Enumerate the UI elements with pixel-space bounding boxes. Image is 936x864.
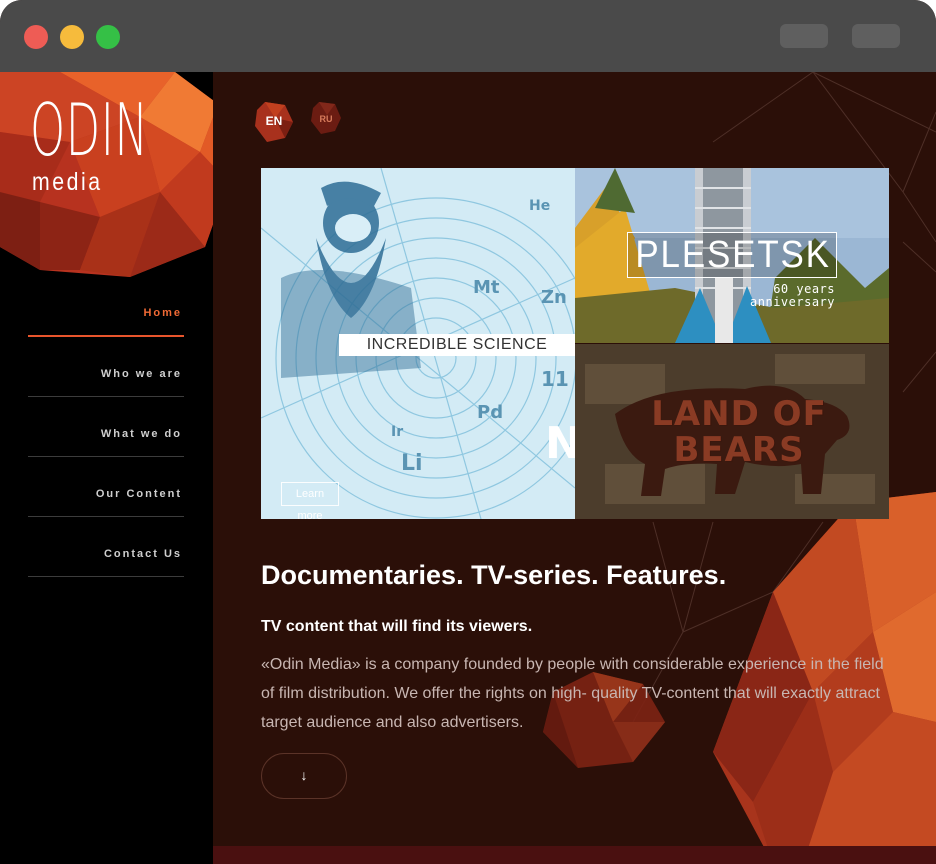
svg-text:He: He (529, 198, 550, 214)
main-navigation: Home Who we are What we do Our Content C… (28, 276, 184, 577)
language-en-button[interactable]: EN (255, 102, 293, 147)
language-label[interactable]: EN (255, 114, 293, 128)
tile-subtitle: anniversary (750, 295, 835, 309)
language-label[interactable]: RU (311, 114, 341, 124)
close-window-button[interactable] (24, 25, 48, 49)
toolbar-button[interactable] (852, 24, 900, 48)
svg-text:Zn: Zn (541, 287, 567, 308)
arrow-down-icon: ↓ (300, 767, 308, 783)
scroll-down-button[interactable]: ↓ (261, 753, 347, 799)
window-titlebar (0, 0, 936, 72)
company-description: «Odin Media» is a company founded by peo… (261, 656, 884, 731)
brand-logo-tagline: media (32, 168, 103, 196)
tile-subtitle: 60 years (773, 282, 835, 296)
content-tile-plesetsk[interactable]: PLESETSK 60 years anniversary (575, 168, 889, 343)
nav-item-contact-us[interactable]: Contact Us (28, 517, 184, 577)
svg-text:Li: Li (401, 451, 423, 476)
nav-item-label[interactable]: What we do (101, 428, 182, 440)
svg-text:Pd: Pd (477, 402, 503, 423)
nav-item-what-we-do[interactable]: What we do (28, 397, 184, 457)
svg-text:11: 11 (541, 367, 569, 391)
nav-item-label[interactable]: Home (143, 307, 182, 319)
maximize-window-button[interactable] (96, 25, 120, 49)
brand-logo-title[interactable]: ODIN (30, 94, 149, 166)
svg-text:N: N (545, 418, 575, 469)
language-ru-button[interactable]: RU (311, 102, 341, 139)
nav-item-home[interactable]: Home (28, 276, 184, 337)
content-tile-land-of-bears[interactable]: LAND OF BEARS (575, 344, 889, 519)
nav-item-who-we-are[interactable]: Who we are (28, 337, 184, 397)
svg-text:Mt: Mt (473, 277, 500, 298)
nav-item-our-content[interactable]: Our Content (28, 457, 184, 517)
browser-window: ODIN media Home Who we are What we do Ou… (0, 0, 936, 864)
page-headline: Documentaries. TV-series. Features. (261, 560, 727, 590)
nav-item-label[interactable]: Our Content (96, 488, 182, 500)
next-section-edge (213, 846, 936, 864)
minimize-window-button[interactable] (60, 25, 84, 49)
content-tile-incredible-science[interactable]: He Zn Mt 11 Pd Li Ir N INCREDIBLE SCIENC… (261, 168, 575, 519)
tile-title: LAND OF BEARS (651, 394, 827, 470)
toolbar-button[interactable] (780, 24, 828, 48)
svg-text:Ir: Ir (391, 424, 403, 440)
tile-title: INCREDIBLE SCIENCE (339, 334, 575, 356)
tile-title: PLESETSK (635, 234, 831, 276)
nav-item-label[interactable]: Who we are (101, 368, 182, 380)
learn-more-button[interactable]: Learn more (281, 482, 339, 519)
sidebar: ODIN media Home Who we are What we do Ou… (0, 72, 213, 864)
main-content: EN RU He Zn Mt 11 Pd Li Ir N INCREDIBLE … (213, 72, 936, 864)
page-subheadline: TV content that will find its viewers. (261, 618, 533, 635)
nav-item-label[interactable]: Contact Us (104, 548, 182, 560)
